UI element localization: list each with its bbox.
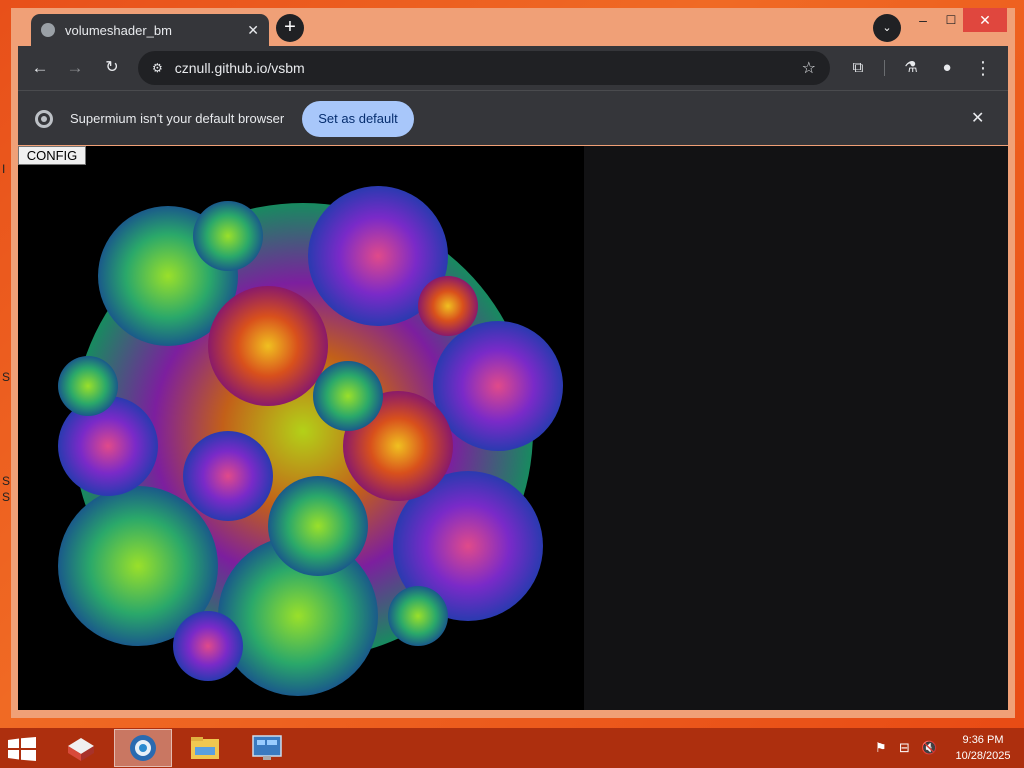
desktop-edge-glyph: S — [2, 474, 11, 488]
toolbox-graphic — [68, 738, 94, 761]
mandelbulb-render — [58, 186, 563, 696]
labs-flask-icon[interactable]: ⚗ — [899, 56, 923, 80]
infobar-message: Supermium isn't your default browser — [70, 111, 285, 126]
tab-search-button[interactable]: ⌄ — [873, 14, 901, 42]
maximize-button[interactable]: ☐ — [937, 8, 965, 32]
site-info-icon[interactable]: ⚙ — [152, 61, 163, 75]
minimize-button[interactable]: – — [909, 8, 937, 32]
window-close-button[interactable]: ✕ — [963, 8, 1007, 32]
network-icon[interactable]: ⊟ — [899, 740, 910, 756]
back-arrow-icon[interactable]: ← — [28, 56, 52, 80]
infobar-close-icon[interactable]: ✕ — [971, 108, 984, 128]
forward-arrow-icon[interactable]: → — [63, 56, 87, 80]
set-as-default-button[interactable]: Set as default — [302, 101, 414, 137]
clock-date: 10/28/2025 — [955, 750, 1011, 762]
globe-graphic — [130, 735, 156, 761]
windows-logo-icon[interactable] — [8, 737, 36, 761]
folder-graphic — [191, 737, 219, 759]
volume-muted-icon[interactable]: 🔇 — [921, 740, 937, 756]
tab-volumeshader[interactable]: volumeshader_bm ✕ — [31, 14, 269, 46]
clock[interactable]: 9:36 PM 10/28/2025 — [950, 732, 1016, 764]
page-content: CONFIG — [18, 146, 1008, 710]
file-explorer-icon[interactable] — [176, 729, 234, 767]
monitor-graphic — [252, 735, 282, 760]
toolbar-divider — [884, 60, 885, 76]
globe-icon — [41, 23, 55, 37]
tab-close-icon[interactable]: ✕ — [247, 22, 259, 39]
extensions-icon[interactable]: ⧉ — [846, 56, 870, 80]
desktop-edge-glyph: S — [2, 370, 11, 384]
browser-globe-icon[interactable] — [114, 729, 172, 767]
tab-strip: volumeshader_bm ✕ + ⌄ – ☐ ✕ — [11, 8, 1015, 46]
fractal-canvas[interactable]: CONFIG — [18, 146, 584, 710]
control-panel-icon[interactable] — [238, 729, 296, 767]
desktop-edge-glyph: S — [2, 490, 11, 504]
reload-icon[interactable]: ↻ — [100, 56, 124, 80]
chromium-logo-icon — [35, 110, 53, 128]
desktop-edge-glyph: I — [2, 162, 6, 176]
browser-window: volumeshader_bm ✕ + ⌄ – ☐ ✕ ← → ↻ ⚙ cznu… — [11, 8, 1015, 718]
toolbox-icon[interactable] — [52, 729, 110, 767]
bookmark-star-icon[interactable]: ☆ — [802, 58, 816, 78]
profile-icon[interactable]: ● — [935, 56, 959, 80]
address-bar[interactable]: ⚙ cznull.github.io/vsbm ☆ — [138, 51, 830, 85]
taskbar: ⚑ ⊟ 🔇 9:36 PM 10/28/2025 — [0, 728, 1024, 768]
default-browser-infobar: Supermium isn't your default browser Set… — [18, 90, 1008, 145]
tab-title: volumeshader_bm — [65, 22, 172, 38]
config-button[interactable]: CONFIG — [18, 146, 86, 165]
menu-kebab-icon[interactable]: ⋮ — [971, 56, 995, 80]
clock-time: 9:36 PM — [962, 734, 1004, 746]
flag-icon[interactable]: ⚑ — [875, 740, 887, 756]
url-text[interactable]: cznull.github.io/vsbm — [175, 60, 802, 76]
new-tab-button[interactable]: + — [276, 14, 304, 42]
browser-toolbar: ← → ↻ ⚙ cznull.github.io/vsbm ☆ ⧉ ⚗ ● ⋮ — [18, 46, 1008, 90]
